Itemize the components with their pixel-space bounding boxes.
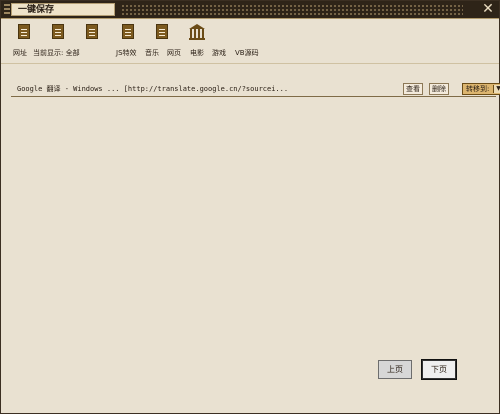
- app-window: 一键保存 ✕ 网址 当前显示: 全部 JS特效 音乐 网页 电影 游戏 VB源码…: [0, 0, 500, 414]
- prev-page-button[interactable]: 上页: [378, 360, 412, 379]
- documents-icon[interactable]: [156, 24, 172, 40]
- list-item: Google 翻译 - Windows ... [http://translat…: [11, 82, 500, 97]
- next-page-button[interactable]: 下页: [421, 359, 457, 380]
- move-to-select[interactable]: 转移到: ▼: [462, 83, 500, 95]
- chevron-down-icon[interactable]: ▼: [493, 85, 500, 93]
- nav-js[interactable]: JS特效: [116, 49, 137, 58]
- nav-game[interactable]: 游戏: [212, 49, 226, 58]
- nav-music[interactable]: 音乐: [145, 49, 159, 58]
- delete-button[interactable]: 删除: [429, 83, 449, 95]
- nav-url[interactable]: 网址: [13, 49, 27, 58]
- nav-movie[interactable]: 电影: [190, 49, 204, 58]
- title-bar[interactable]: 一键保存 ✕: [1, 1, 499, 19]
- close-icon[interactable]: ✕: [480, 2, 496, 17]
- document-icon[interactable]: [18, 24, 34, 40]
- view-button[interactable]: 查看: [403, 83, 423, 95]
- grip-icon[interactable]: [4, 4, 10, 15]
- list-item-text[interactable]: Google 翻译 - Windows ... [http://translat…: [17, 84, 288, 94]
- document-icon[interactable]: [52, 24, 68, 40]
- nav-current-display[interactable]: 当前显示: 全部: [33, 49, 80, 58]
- bank-icon[interactable]: [189, 24, 205, 40]
- nav-webpage[interactable]: 网页: [167, 49, 181, 58]
- document-icon[interactable]: [122, 24, 138, 40]
- toolbar: 网址 当前显示: 全部 JS特效 音乐 网页 电影 游戏 VB源码: [1, 19, 499, 64]
- title-pattern: [121, 4, 463, 15]
- move-to-label: 转移到:: [466, 85, 490, 93]
- nav-vb[interactable]: VB源码: [235, 49, 259, 58]
- window-title: 一键保存: [11, 3, 115, 16]
- document-icon[interactable]: [86, 24, 102, 40]
